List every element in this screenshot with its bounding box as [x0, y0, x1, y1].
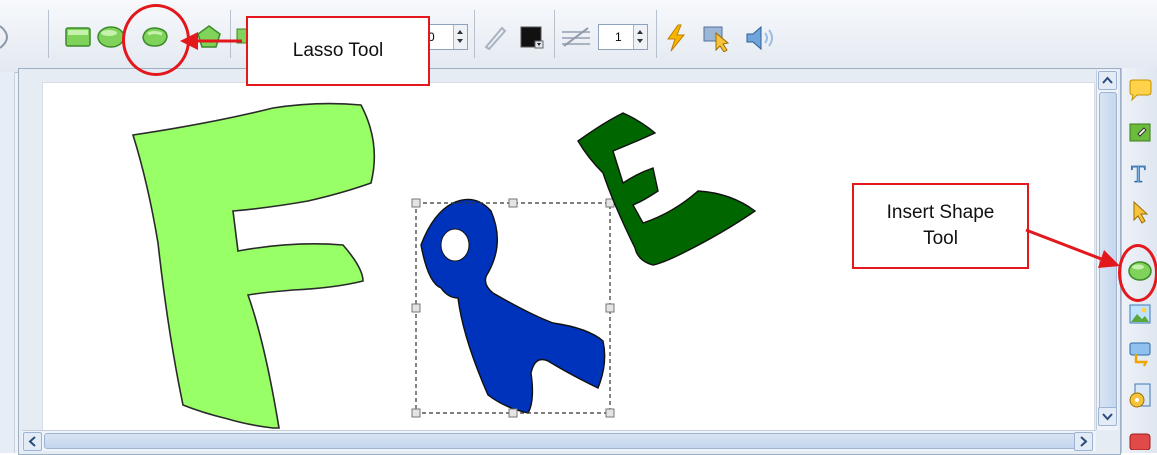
close-icon[interactable] [1128, 430, 1152, 454]
spinner-arrows-icon[interactable] [453, 25, 467, 49]
insert-button-icon[interactable] [1128, 340, 1152, 367]
left-panel-edge [0, 72, 15, 453]
horizontal-scroll-thumb[interactable] [44, 433, 1076, 449]
letter-r-shape[interactable] [420, 198, 606, 414]
insert-image-icon[interactable] [1128, 302, 1152, 326]
spinner-arrows-icon[interactable] [633, 25, 647, 49]
scroll-right-button[interactable] [1074, 432, 1093, 451]
scroll-up-button[interactable] [1098, 71, 1117, 90]
horizontal-scrollbar[interactable] [22, 430, 1096, 451]
app-window: 0 1 T Lasso Tool Insert Shape Tool [0, 0, 1157, 455]
letter-f-shape[interactable] [131, 102, 376, 429]
insert-shape-callout-line1: Insert Shape [886, 202, 995, 223]
comment-icon[interactable] [1128, 78, 1152, 102]
lasso-arrow [176, 26, 246, 56]
insert-media-icon[interactable] [1128, 382, 1152, 408]
arc-shape-icon[interactable] [0, 24, 16, 50]
text-icon[interactable]: T [1128, 160, 1152, 186]
lightning-icon[interactable] [664, 24, 688, 52]
line-width-spinner[interactable]: 0 [424, 24, 468, 50]
line-count-value: 1 [615, 30, 622, 44]
letter-e-shape[interactable] [577, 112, 757, 266]
color-swatch-icon[interactable] [518, 24, 546, 50]
ink-icon[interactable] [1128, 120, 1152, 144]
insert-shape-callout: Insert Shape Tool [852, 183, 1029, 269]
insert-shape-callout-line2: Tool [923, 228, 958, 249]
line-style-icon[interactable] [560, 24, 592, 50]
pen-icon[interactable] [482, 24, 508, 50]
svg-text:T: T [1131, 162, 1146, 186]
select-pointer-icon[interactable] [1128, 200, 1152, 224]
select-region-icon[interactable] [702, 24, 734, 52]
lasso-tool-callout: Lasso Tool [246, 16, 430, 86]
insert-shape-arrow [1024, 224, 1124, 274]
speaker-icon[interactable] [744, 24, 782, 52]
scroll-left-button[interactable] [23, 432, 42, 451]
insert-shape-highlight-circle [1118, 244, 1157, 302]
scroll-down-button[interactable] [1098, 407, 1117, 426]
lasso-callout-label: Lasso Tool [292, 40, 384, 61]
line-count-spinner[interactable]: 1 [598, 24, 648, 50]
rectangle-shape-icon[interactable] [64, 25, 92, 49]
